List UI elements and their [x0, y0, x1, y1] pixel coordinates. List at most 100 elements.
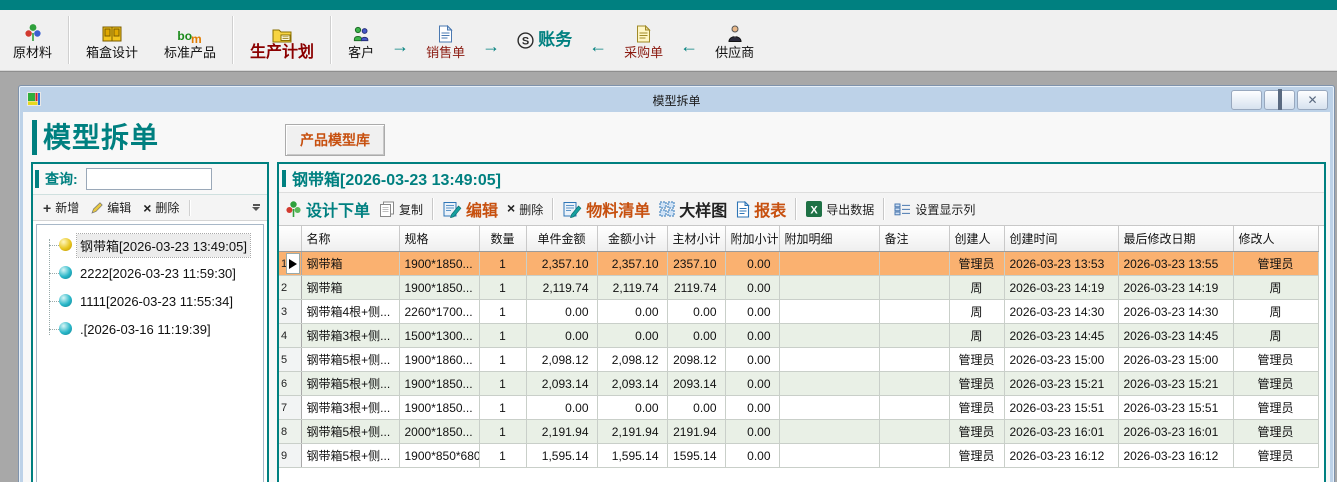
table-cell[interactable]: 周	[949, 300, 1004, 324]
export-data-button[interactable]: X导出数据	[806, 201, 874, 218]
table-cell[interactable]: 0.00	[725, 444, 779, 468]
table-cell[interactable]: 2,093.14	[526, 372, 597, 396]
table-cell[interactable]: 0.00	[597, 324, 667, 348]
table-cell[interactable]: 管理员	[949, 396, 1004, 420]
table-cell[interactable]: 钢带箱5根+侧...	[301, 348, 399, 372]
diagram-button[interactable]: 大样图	[659, 197, 727, 221]
table-cell[interactable]	[879, 396, 949, 420]
table-cell[interactable]	[779, 444, 879, 468]
table-cell[interactable]: 2,191.94	[526, 420, 597, 444]
table-cell[interactable]: 0.00	[725, 372, 779, 396]
table-cell[interactable]: 0.00	[526, 324, 597, 348]
table-cell[interactable]: 钢带箱5根+侧...	[301, 444, 399, 468]
table-cell[interactable]: 0.00	[667, 396, 725, 420]
table-cell[interactable]: 2026-03-23 15:21	[1118, 372, 1233, 396]
table-row[interactable]: 2钢带箱1900*1850...12,119.742,119.742119.74…	[279, 276, 1318, 300]
table-cell[interactable]: 钢带箱3根+侧...	[301, 324, 399, 348]
column-header[interactable]: 名称	[301, 226, 399, 252]
table-cell[interactable]: 1	[479, 444, 526, 468]
table-cell[interactable]	[879, 252, 949, 276]
table-cell[interactable]: 2026-03-23 15:21	[1004, 372, 1118, 396]
table-cell[interactable]: 周	[1233, 276, 1318, 300]
table-cell[interactable]	[779, 372, 879, 396]
table-row[interactable]: 6钢带箱5根+侧...1900*1850...12,093.142,093.14…	[279, 372, 1318, 396]
table-cell[interactable]: 2357.10	[667, 252, 725, 276]
table-cell[interactable]: 管理员	[1233, 420, 1318, 444]
table-cell[interactable]: 1	[479, 396, 526, 420]
table-row[interactable]: 4钢带箱3根+侧...1500*1300...10.000.000.000.00…	[279, 324, 1318, 348]
product-model-library-button[interactable]: 产品模型库	[285, 124, 385, 156]
table-cell[interactable]: 1900*1850...	[399, 252, 479, 276]
bom-list-button[interactable]: 物料清单	[563, 197, 650, 221]
table-cell[interactable]: 0.00	[725, 396, 779, 420]
table-cell[interactable]: 钢带箱4根+侧...	[301, 300, 399, 324]
table-cell[interactable]: 2026-03-23 16:12	[1118, 444, 1233, 468]
table-cell[interactable]: 1	[479, 276, 526, 300]
table-cell[interactable]: 管理员	[949, 420, 1004, 444]
table-cell[interactable]	[779, 252, 879, 276]
row-selector[interactable]: 8	[279, 420, 301, 444]
tree-delete-button[interactable]: × 删除	[138, 197, 184, 218]
table-cell[interactable]: 2,098.12	[597, 348, 667, 372]
table-cell[interactable]: 2026-03-23 14:30	[1004, 300, 1118, 324]
table-cell[interactable]: 管理员	[949, 372, 1004, 396]
table-row[interactable]: 3钢带箱4根+侧...2260*1700...10.000.000.000.00…	[279, 300, 1318, 324]
minimize-button[interactable]	[1231, 90, 1262, 110]
toolbar-item-production-plan[interactable]: 生产计划	[237, 10, 327, 70]
design-order-button[interactable]: 设计下单	[285, 197, 370, 221]
delete-button[interactable]: ×删除	[507, 201, 543, 218]
table-cell[interactable]: 管理员	[1233, 348, 1318, 372]
table-cell[interactable]: 2026-03-23 16:01	[1004, 420, 1118, 444]
table-cell[interactable]: 管理员	[1233, 396, 1318, 420]
table-cell[interactable]	[879, 276, 949, 300]
table-row[interactable]: 7钢带箱3根+侧...1900*1850...10.000.000.000.00…	[279, 396, 1318, 420]
table-cell[interactable]: 2,357.10	[597, 252, 667, 276]
report-button[interactable]: 报表	[736, 197, 786, 221]
table-cell[interactable]: 管理员	[1233, 444, 1318, 468]
table-cell[interactable]: 2,119.74	[526, 276, 597, 300]
table-cell[interactable]: 2026-03-23 15:00	[1118, 348, 1233, 372]
table-cell[interactable]	[879, 324, 949, 348]
column-header[interactable]: 创建人	[949, 226, 1004, 252]
row-selector[interactable]: 6	[279, 372, 301, 396]
table-cell[interactable]: 1	[479, 252, 526, 276]
table-cell[interactable]: 1595.14	[667, 444, 725, 468]
table-cell[interactable]: 2026-03-23 14:19	[1004, 276, 1118, 300]
tree-add-button[interactable]: + 新增	[38, 197, 84, 218]
set-columns-button[interactable]: 设置显示列	[894, 201, 975, 218]
window-titlebar[interactable]: 模型拆单 ✕	[19, 86, 1334, 112]
table-row[interactable]: 5钢带箱5根+侧...1900*1860...12,098.122,098.12…	[279, 348, 1318, 372]
table-cell[interactable]: 1900*850*680	[399, 444, 479, 468]
table-cell[interactable]: 钢带箱3根+侧...	[301, 396, 399, 420]
table-cell[interactable]: 1,595.14	[526, 444, 597, 468]
table-cell[interactable]: 1	[479, 348, 526, 372]
table-cell[interactable]	[779, 276, 879, 300]
tree-item[interactable]: 钢带箱[2026-03-23 13:49:05]	[37, 231, 263, 259]
table-cell[interactable]: 0.00	[526, 396, 597, 420]
table-cell[interactable]: 管理员	[949, 348, 1004, 372]
table-cell[interactable]: 1900*1860...	[399, 348, 479, 372]
table-cell[interactable]	[779, 396, 879, 420]
table-cell[interactable]	[879, 420, 949, 444]
row-selector[interactable]: 4	[279, 324, 301, 348]
toolbar-item-box-design[interactable]: 箱盒设计	[73, 10, 151, 70]
toolbar-item-materials[interactable]: 原材料	[0, 10, 65, 70]
table-cell[interactable]: 1,595.14	[597, 444, 667, 468]
table-cell[interactable]: 0.00	[725, 420, 779, 444]
tree-item[interactable]: 1111[2026-03-23 11:55:34]	[37, 287, 263, 315]
table-row[interactable]: 9钢带箱5根+侧...1900*850*68011,595.141,595.14…	[279, 444, 1318, 468]
table-cell[interactable]: 2026-03-23 15:51	[1004, 396, 1118, 420]
table-cell[interactable]: 1900*1850...	[399, 276, 479, 300]
table-cell[interactable]: 0.00	[725, 300, 779, 324]
toolbar-item-supplier[interactable]: 供应商	[702, 10, 767, 70]
table-cell[interactable]: 2119.74	[667, 276, 725, 300]
toolbar-overflow-icon[interactable]	[250, 204, 262, 211]
table-cell[interactable]: 2,119.74	[597, 276, 667, 300]
table-cell[interactable]	[779, 348, 879, 372]
table-cell[interactable]: 0.00	[597, 300, 667, 324]
column-header[interactable]: 主材小计	[667, 226, 725, 252]
table-cell[interactable]: 2026-03-23 14:45	[1118, 324, 1233, 348]
table-cell[interactable]: 1900*1850...	[399, 372, 479, 396]
copy-button[interactable]: 复制	[379, 201, 423, 218]
table-cell[interactable]: 2026-03-23 15:00	[1004, 348, 1118, 372]
